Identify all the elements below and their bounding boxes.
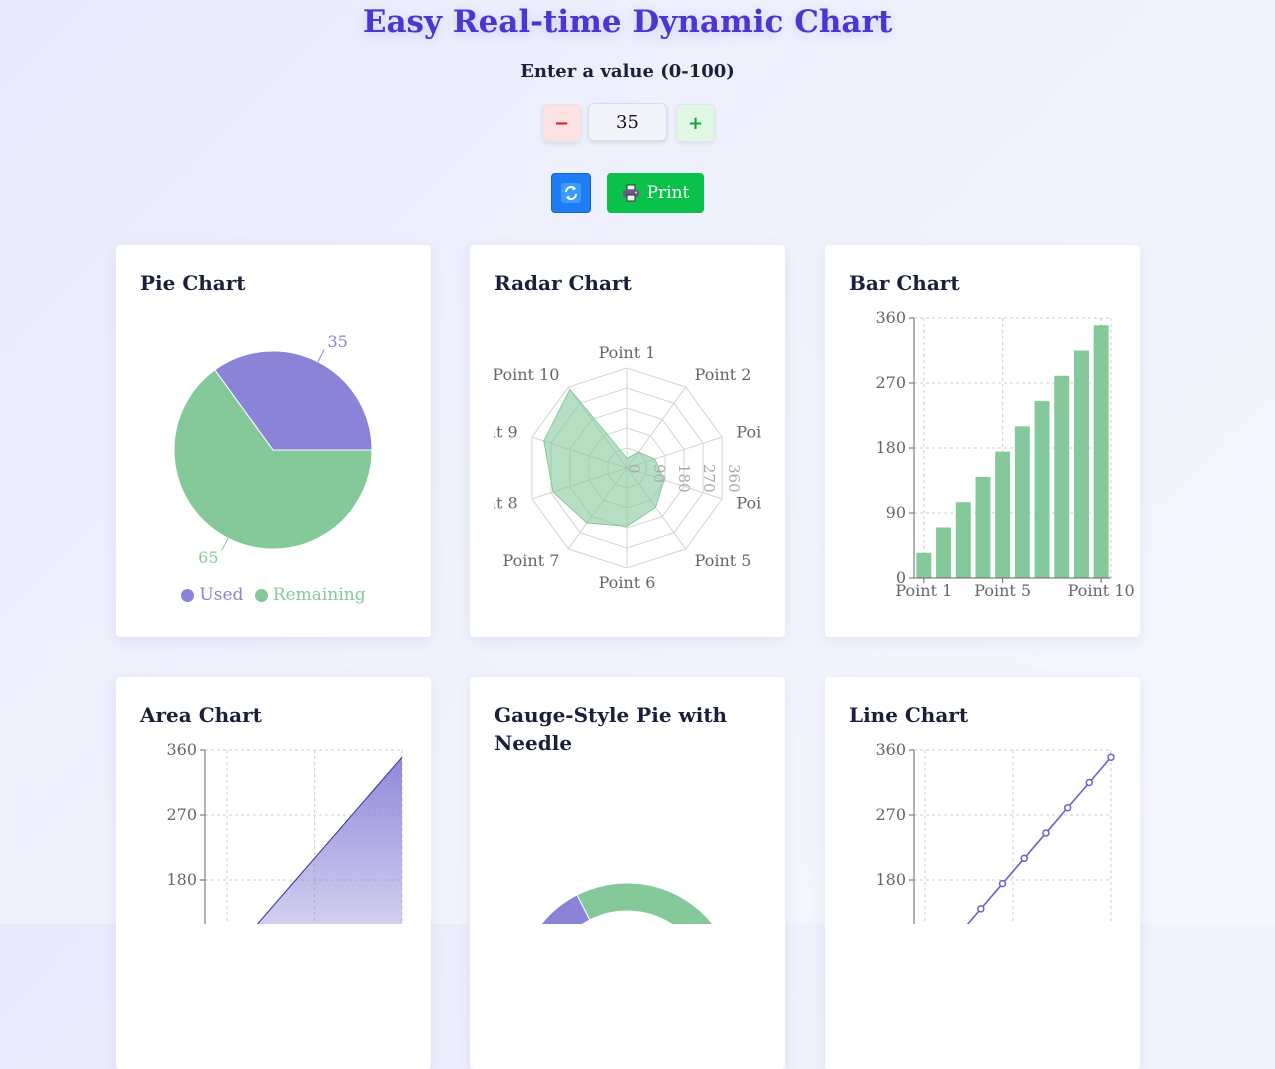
printer-icon	[622, 184, 639, 202]
legend-swatch-remaining	[254, 588, 268, 602]
radar-axis-label: Point 1	[599, 343, 656, 362]
y-tick-label: 180	[875, 870, 906, 889]
radar-radial-tick: 360	[725, 464, 743, 493]
radar-chart: Point 1Point 2Point 3Point 4Point 5Point…	[470, 305, 785, 605]
pie-label-line	[221, 537, 229, 551]
radar-axis-label: Point 10	[492, 365, 559, 384]
x-tick-label: Point 10	[1068, 581, 1135, 600]
radar-radial-tick: 180	[675, 464, 693, 493]
radar-radial-tick: 90	[650, 464, 668, 483]
y-tick-label: 90	[886, 503, 906, 522]
bar	[1014, 426, 1030, 578]
y-tick-label: 270	[166, 805, 197, 824]
pie-label-line	[317, 349, 325, 363]
line-chart-card: Line Chart 090180270360	[825, 677, 1140, 1069]
legend-item-remaining[interactable]: Remaining	[254, 585, 366, 605]
increment-button[interactable]: +	[676, 104, 715, 142]
line-point	[1063, 804, 1072, 812]
radar-clip-right	[761, 305, 785, 605]
bar	[1073, 350, 1089, 578]
refresh-icon	[561, 183, 581, 203]
bar	[995, 451, 1011, 578]
bar	[1093, 325, 1109, 578]
line-chart: 090180270360	[875, 740, 1115, 924]
radar-axis-label: Point 5	[695, 551, 752, 570]
gauge-chart-card: Gauge-Style Pie with Needle	[470, 677, 785, 1069]
print-button[interactable]: Print	[607, 173, 704, 213]
value-input[interactable]	[588, 103, 667, 141]
pie-chart: 35 65	[173, 332, 373, 567]
area-chart-card: Area Chart 090180270360	[116, 677, 431, 1069]
y-tick-label: 360	[875, 740, 906, 759]
pie-legend: Used Remaining	[116, 585, 431, 607]
bar	[1054, 375, 1070, 578]
legend-label-used: Used	[199, 585, 244, 605]
bar	[955, 502, 971, 578]
radar-series-area	[543, 388, 665, 527]
line-point	[1085, 778, 1094, 787]
radar-axis-label: Point 6	[599, 573, 656, 592]
radar-axis-label: Point 7	[503, 551, 560, 570]
bar-chart-card: Bar Chart 0 90 180 270 360 Point 1 Point 5 Poin…	[825, 245, 1140, 637]
y-tick-label: 360	[875, 308, 906, 327]
x-tick-label: Point 1	[895, 581, 952, 600]
radar-axis-label: Point 2	[695, 365, 752, 384]
radar-chart-card: Radar Chart Point 1Point 2Point 3Point 4…	[470, 245, 785, 637]
y-tick-label: 270	[875, 373, 906, 392]
line-point	[1042, 829, 1050, 837]
pie-data-label: 65	[198, 548, 218, 567]
radar-radial-tick: 270	[700, 464, 718, 493]
refresh-button[interactable]	[551, 173, 591, 213]
pie-data-label: 35	[327, 332, 347, 351]
radar-radial-tick: 0	[625, 464, 643, 474]
x-tick-label: Point 5	[974, 581, 1031, 600]
legend-swatch-used	[181, 588, 195, 602]
bar	[1034, 401, 1050, 578]
value-prompt-label: Enter a value (0-100)	[520, 61, 735, 82]
decrement-button[interactable]: −	[542, 104, 581, 142]
y-tick-label: 270	[875, 805, 906, 824]
line-point	[977, 905, 985, 913]
bar-chart: 090180270360Point 1 Point 5 Point 10	[875, 308, 1135, 600]
bar	[936, 527, 952, 578]
area-series-fill	[257, 757, 402, 924]
area-chart: 090180270360	[166, 740, 403, 924]
line-point	[998, 879, 1007, 888]
gauge-chart	[540, 882, 714, 924]
radar-clip-left	[470, 305, 494, 605]
line-point	[1107, 753, 1115, 761]
y-tick-label: 180	[166, 870, 197, 889]
legend-label-remaining: Remaining	[272, 585, 366, 605]
pie-chart-card: Pie Chart 35 65 Used Remaining	[116, 245, 431, 637]
print-button-label: Print	[646, 183, 690, 203]
y-tick-label: 360	[166, 740, 197, 759]
gauge-segment-remaining	[576, 882, 714, 924]
y-tick-label: 180	[875, 438, 906, 457]
legend-item-used[interactable]: Used	[181, 585, 243, 605]
page-title: Easy Real-time Dynamic Chart	[362, 4, 893, 40]
bar	[975, 476, 991, 578]
bar	[916, 552, 932, 578]
line-point	[1020, 854, 1028, 863]
